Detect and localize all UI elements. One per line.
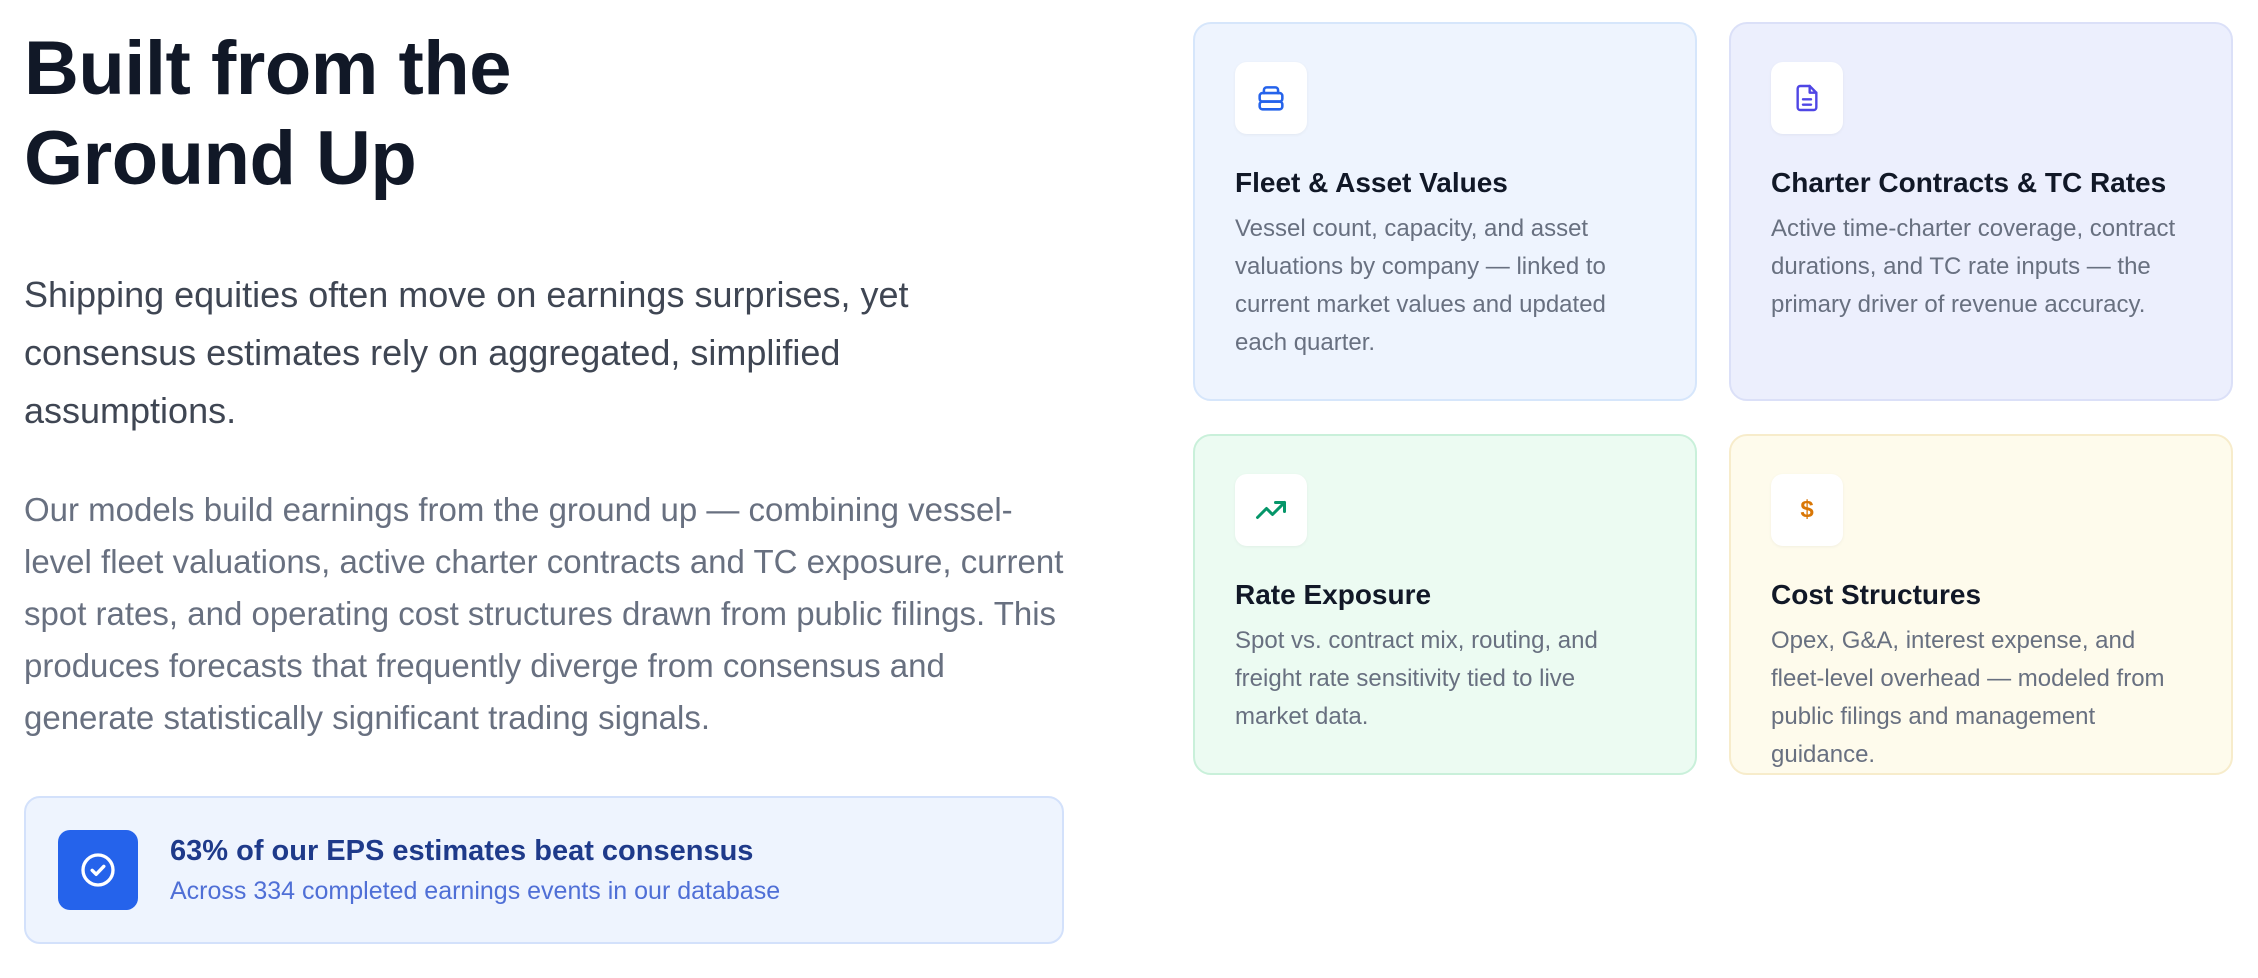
- page-title: Built from the Ground Up: [24, 24, 1064, 204]
- hero-section: Built from the Ground Up Shipping equiti…: [24, 24, 1064, 744]
- card-fleet-asset-values: Fleet & Asset Values Vessel count, capac…: [1193, 22, 1697, 401]
- card-description: Opex, G&A, interest expense, and fleet-l…: [1771, 627, 2165, 768]
- card-description: Vessel count, capacity, and asset valuat…: [1235, 215, 1606, 356]
- card-title: Fleet & Asset Values: [1235, 167, 1508, 198]
- card-charter-contracts: Charter Contracts & TC Rates Active time…: [1729, 22, 2233, 401]
- card-title: Charter Contracts & TC Rates: [1771, 167, 2167, 198]
- page: Built from the Ground Up Shipping equiti…: [0, 0, 2258, 978]
- card-description: Active time-charter coverage, contract d…: [1771, 215, 2176, 318]
- page-title-line-1: Built from the: [24, 26, 511, 111]
- stat-title: 63% of our EPS estimates beat consensus: [170, 835, 754, 867]
- trending-up-icon: [1235, 474, 1307, 546]
- body-paragraph: Our models build earnings from the groun…: [24, 491, 1064, 736]
- lead-paragraph: Shipping equities often move on earnings…: [24, 274, 909, 431]
- stat-callout: 63% of our EPS estimates beat consensus …: [24, 796, 1064, 944]
- card-rate-exposure: Rate Exposure Spot vs. contract mix, rou…: [1193, 434, 1697, 775]
- dollar-glyph: $: [1800, 496, 1814, 523]
- stat-text: 63% of our EPS estimates beat consensus …: [170, 832, 780, 908]
- document-icon: [1771, 62, 1843, 134]
- stat-subtitle: Across 334 completed earnings events in …: [170, 877, 781, 905]
- card-title: Rate Exposure: [1235, 579, 1432, 610]
- dollar-icon: $: [1771, 474, 1843, 546]
- page-title-line-2: Ground Up: [24, 116, 417, 201]
- card-description: Spot vs. contract mix, routing, and frei…: [1235, 627, 1598, 730]
- card-title: Cost Structures: [1771, 579, 1982, 610]
- check-circle-icon: [58, 830, 138, 910]
- layers-stack-icon: [1235, 62, 1307, 134]
- card-cost-structures: $ Cost Structures Opex, G&A, interest ex…: [1729, 434, 2233, 775]
